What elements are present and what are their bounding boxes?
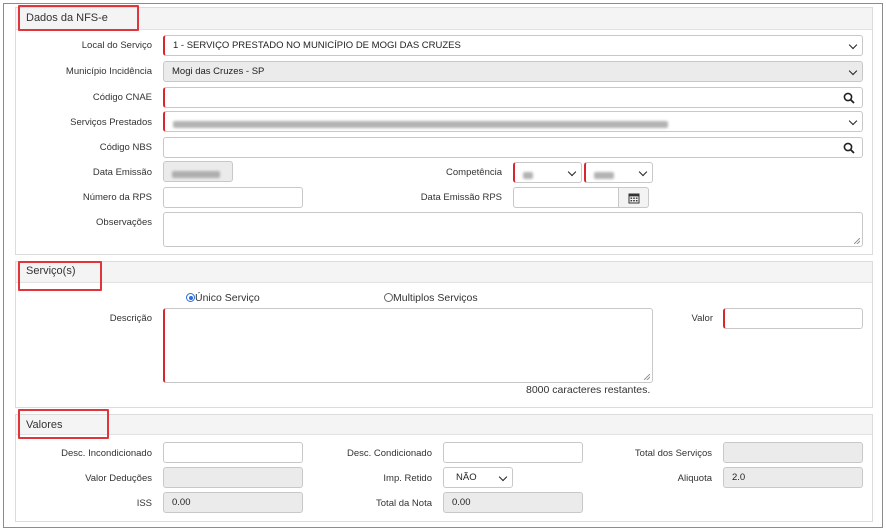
valor-input[interactable] — [723, 308, 863, 329]
data-emissao-rps-label: Data Emissão RPS — [420, 192, 502, 203]
competencia-mes-select[interactable] — [513, 162, 582, 183]
data-emissao-value-redacted — [172, 170, 220, 178]
municipio-incidencia-select: Mogi das Cruzes - SP — [163, 61, 863, 82]
chars-remaining-text: 8000 caracteres restantes. — [526, 384, 651, 396]
competencia-label: Competência — [446, 167, 502, 178]
multiplos-servicos-label: Multiplos Serviços — [393, 292, 478, 304]
competencia-ano-value-redacted — [594, 171, 614, 179]
iss-field: 0.00 — [163, 492, 303, 513]
multiplos-servicos-radio[interactable] — [384, 293, 393, 302]
nfse-title-highlight — [18, 5, 139, 31]
observacoes-textarea[interactable] — [163, 212, 863, 247]
desc-incondicionado-input[interactable] — [163, 442, 303, 463]
local-servico-label: Local do Serviço — [81, 40, 152, 51]
servicos-prestados-label: Serviços Prestados — [70, 117, 152, 128]
imp-retido-select[interactable]: NÃO — [443, 467, 513, 488]
numero-rps-label: Número da RPS — [82, 192, 152, 203]
desc-condicionado-input[interactable] — [443, 442, 583, 463]
servicos-prestados-select[interactable] — [163, 111, 863, 132]
nfse-panel-header: Dados da NFS-e — [16, 8, 872, 30]
valor-deducoes-label: Valor Deduções — [85, 473, 152, 484]
codigo-nbs-input[interactable] — [163, 137, 863, 158]
search-icon[interactable] — [843, 92, 855, 104]
data-emissao-field — [163, 161, 233, 182]
calendar-button[interactable] — [618, 187, 649, 208]
servicos-panel-header: Serviço(s) — [16, 262, 872, 283]
calendar-icon — [628, 193, 640, 204]
unico-servico-option[interactable]: Único Serviço — [186, 292, 260, 304]
valor-deducoes-field — [163, 467, 303, 488]
total-nota-label: Total da Nota — [376, 498, 432, 509]
valor-label: Valor — [691, 313, 713, 324]
codigo-cnae-input[interactable] — [163, 87, 863, 108]
codigo-nbs-label: Código NBS — [99, 142, 152, 153]
unico-servico-label: Único Serviço — [195, 292, 260, 304]
competencia-ano-select[interactable] — [584, 162, 653, 183]
unico-servico-radio[interactable] — [186, 293, 195, 302]
data-emissao-label: Data Emissão — [92, 167, 152, 178]
descricao-label: Descrição — [109, 313, 152, 324]
desc-condicionado-label: Desc. Condicionado — [346, 448, 432, 459]
imp-retido-label: Imp. Retido — [383, 473, 432, 484]
valores-panel-header: Valores — [16, 415, 872, 435]
total-nota-field: 0.00 — [443, 492, 583, 513]
aliquota-field: 2.0 — [723, 467, 863, 488]
servicos-prestados-value-redacted — [173, 120, 668, 128]
resize-handle[interactable] — [644, 374, 650, 380]
total-servicos-label: Total dos Serviços — [634, 448, 712, 459]
codigo-cnae-label: Código CNAE — [92, 92, 152, 103]
iss-label: ISS — [136, 498, 152, 509]
municipio-incidencia-label: Município Incidência — [65, 66, 152, 77]
local-servico-select[interactable]: 1 - SERVIÇO PRESTADO NO MUNICÍPIO DE MOG… — [163, 35, 863, 56]
competencia-mes-value-redacted — [523, 171, 533, 179]
valores-title-highlight — [18, 409, 109, 439]
total-servicos-field — [723, 442, 863, 463]
aliquota-label: Aliquota — [677, 473, 712, 484]
multiplos-servicos-option[interactable]: Multiplos Serviços — [384, 292, 478, 304]
descricao-textarea[interactable] — [163, 308, 653, 383]
resize-handle[interactable] — [854, 238, 860, 244]
search-icon[interactable] — [843, 142, 855, 154]
numero-rps-input[interactable] — [163, 187, 303, 208]
servicos-title-highlight — [18, 261, 102, 291]
data-emissao-rps-input[interactable] — [513, 187, 619, 208]
desc-incondicionado-label: Desc. Incondicionado — [61, 448, 152, 459]
observacoes-label: Observações — [96, 217, 152, 228]
